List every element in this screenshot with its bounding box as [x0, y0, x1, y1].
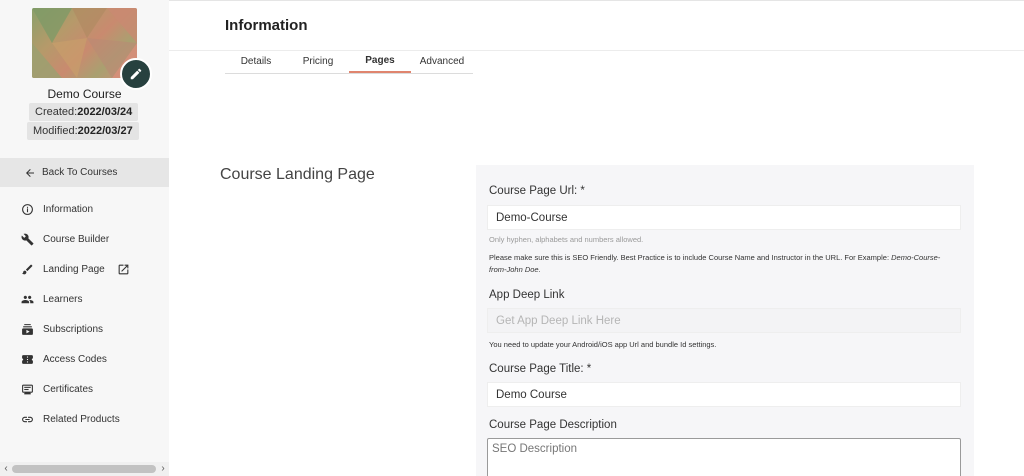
sidebar-item-certificates[interactable]: Certificates	[0, 374, 169, 404]
info-icon	[19, 201, 35, 217]
deep-link-note: You need to update your Android/iOS app …	[489, 340, 717, 349]
sidebar-item-label: Subscriptions	[43, 323, 104, 335]
modified-label: Modified:	[33, 125, 78, 137]
app-deep-link-placeholder: Get App Deep Link Here	[496, 314, 621, 327]
modified-date: Modified:2022/03/27	[27, 122, 139, 140]
arrow-left-icon	[26, 168, 34, 177]
ticket-icon	[19, 351, 35, 367]
open-external-icon[interactable]	[117, 263, 130, 276]
section-title: Course Landing Page	[220, 166, 375, 183]
sidebar: Demo Course Created:2022/03/24 Modified:…	[0, 0, 169, 476]
page-title: Information	[225, 17, 308, 34]
course-page-url-value: Demo-Course	[496, 211, 568, 224]
edit-thumbnail-button[interactable]	[120, 58, 152, 90]
pencil-icon	[130, 68, 142, 80]
created-value: 2022/03/24	[77, 106, 133, 118]
sidebar-item-label: Course Builder	[43, 233, 110, 245]
sidebar-nav: Information Course Builder Landing Page …	[0, 194, 169, 434]
people-icon	[19, 291, 35, 307]
certificate-icon	[19, 381, 35, 397]
top-divider	[169, 0, 1024, 1]
sidebar-item-label: Related Products	[43, 413, 120, 425]
scroll-left-icon[interactable]: ‹	[0, 462, 12, 476]
wrench-icon	[19, 231, 35, 247]
sidebar-item-label: Access Codes	[43, 353, 107, 365]
tab-bar: Details Pricing Pages Advanced	[225, 50, 473, 74]
created-date: Created:2022/03/24	[29, 103, 139, 121]
sidebar-item-information[interactable]: Information	[0, 194, 169, 224]
tab-details[interactable]: Details	[225, 50, 287, 73]
sidebar-item-landing-page[interactable]: Landing Page	[0, 254, 169, 284]
course-page-title-value: Demo Course	[496, 388, 567, 401]
created-label: Created:	[35, 106, 78, 118]
subscriptions-icon	[19, 321, 35, 337]
sidebar-horizontal-scrollbar[interactable]: ‹ ›	[0, 462, 169, 476]
sidebar-item-access-codes[interactable]: Access Codes	[0, 344, 169, 374]
description-placeholder: SEO Description	[492, 443, 578, 455]
url-note-text: Please make sure this is SEO Friendly. B…	[489, 253, 892, 262]
sidebar-item-learners[interactable]: Learners	[0, 284, 169, 314]
app-deep-link-input[interactable]: Get App Deep Link Here	[487, 308, 961, 333]
scroll-right-icon[interactable]: ›	[157, 462, 169, 476]
course-page-description-label: Course Page Description	[489, 419, 617, 431]
tab-pricing[interactable]: Pricing	[287, 50, 349, 73]
sidebar-item-subscriptions[interactable]: Subscriptions	[0, 314, 169, 344]
back-to-courses-button[interactable]: Back To Courses	[0, 158, 169, 187]
app-deep-link-label: App Deep Link	[489, 289, 565, 301]
sidebar-item-label: Learners	[43, 293, 83, 305]
url-seo-note: Please make sure this is SEO Friendly. B…	[489, 252, 949, 276]
course-page-title-input[interactable]: Demo Course	[487, 382, 961, 407]
scrollbar-thumb[interactable]	[12, 465, 156, 473]
course-name: Demo Course	[47, 87, 122, 101]
course-page-description-textarea[interactable]: SEO Description	[487, 438, 961, 476]
sidebar-item-label: Information	[43, 203, 94, 215]
back-label: Back To Courses	[42, 167, 118, 178]
sidebar-item-label: Landing Page	[43, 263, 105, 275]
tab-advanced[interactable]: Advanced	[411, 50, 473, 73]
link-icon	[19, 411, 35, 427]
sidebar-item-course-builder[interactable]: Course Builder	[0, 224, 169, 254]
sidebar-item-label: Certificates	[43, 383, 94, 395]
modified-value: 2022/03/27	[77, 125, 133, 137]
course-page-title-label: Course Page Title: *	[489, 363, 592, 375]
tab-pages[interactable]: Pages	[349, 50, 411, 73]
sidebar-item-related-products[interactable]: Related Products	[0, 404, 169, 434]
course-page-url-label: Course Page Url: *	[489, 185, 585, 197]
brush-icon	[19, 261, 35, 277]
course-page-url-input[interactable]: Demo-Course	[487, 205, 961, 230]
url-hint: Only hyphen, alphabets and numbers allow…	[489, 235, 644, 244]
